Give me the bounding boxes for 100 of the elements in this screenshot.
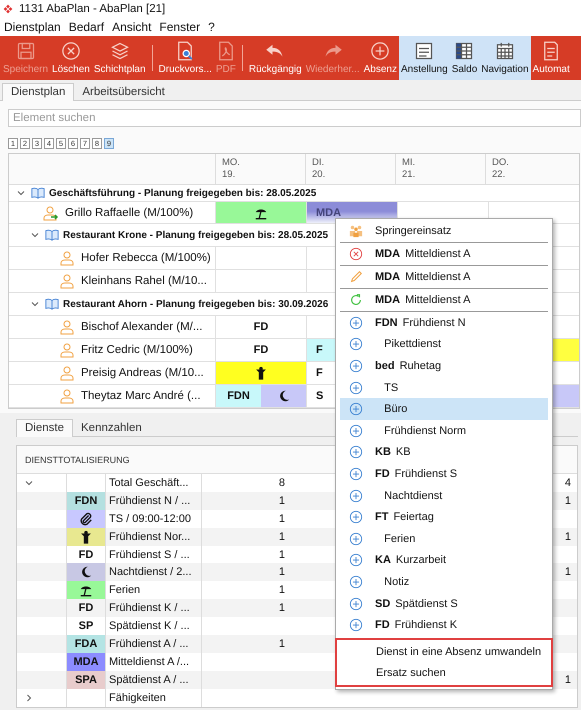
count-value: 1 [278, 584, 285, 596]
toolbar-button[interactable]: Absenz [362, 36, 399, 80]
menu-item[interactable]: KA Kurzarbeit [340, 550, 548, 572]
service-code: FDA [66, 635, 105, 653]
menu-item[interactable]: KB KB [340, 442, 548, 464]
menu-item[interactable]: FD Frühdienst S [340, 463, 548, 485]
person-icon [59, 388, 75, 404]
menu-item[interactable]: Ferien [340, 528, 548, 550]
tab[interactable]: Arbeitsübersicht [74, 84, 173, 100]
menu-item[interactable]: Bedarf [64, 20, 108, 34]
menu-item[interactable]: Springereinsatz [340, 220, 548, 242]
add-icon [349, 618, 363, 632]
count-value: 1 [278, 638, 285, 650]
add-icon [370, 41, 390, 61]
add-icon [349, 316, 363, 330]
person-icon [59, 319, 75, 335]
shift-entry[interactable]: FDN [216, 385, 261, 407]
print-preview-icon [175, 41, 196, 61]
shift-entry[interactable] [216, 202, 306, 223]
count-value: 1 [278, 512, 285, 525]
add-icon [349, 402, 363, 416]
group-title: Geschäftsführung - Planung freigegeben bis: 28.05.2025 [49, 188, 316, 198]
add-icon [349, 532, 363, 546]
save-icon [16, 41, 36, 61]
toolbar-button[interactable]: Automat [530, 36, 572, 80]
date-label: 19. [222, 169, 236, 181]
toolbar-button[interactable]: Rückgängig [246, 36, 304, 80]
menu-item[interactable]: SD Spätdienst S [340, 592, 548, 614]
employee-name: Fritz Cedric (M/100%) [81, 344, 193, 356]
employee-name: Bischof Alexander (M/... [81, 321, 202, 333]
shift-entry[interactable]: FD [216, 316, 306, 338]
service-name: Total Geschäft... [109, 476, 188, 489]
employee-name: Grillo Raffaelle (M/100%) [65, 206, 194, 218]
service-name: Nachtdienst / 2... [109, 566, 192, 578]
menu-item[interactable]: ? [204, 20, 219, 34]
shift-entry[interactable] [261, 385, 306, 407]
shift-entry[interactable] [216, 362, 306, 384]
employee-name: Hofer Rebecca (M/100%) [81, 252, 211, 264]
book-icon [45, 228, 59, 242]
menu-item[interactable]: TS [340, 376, 548, 398]
service-name: Spätdienst K / ... [109, 620, 190, 632]
menu-item[interactable]: Pikettdienst [340, 334, 548, 356]
people-icon [349, 224, 363, 238]
toolbar-button[interactable]: Schichtplan [92, 36, 148, 80]
menu-item[interactable]: FT Feiertag [340, 506, 548, 528]
service-name: Frühdienst S / ... [109, 548, 190, 560]
figure-icon [254, 366, 268, 380]
add-icon [349, 488, 363, 503]
book-icon [45, 297, 59, 311]
service-name: Frühdienst N / ... [109, 494, 190, 507]
day-label: MI. [402, 157, 416, 169]
add-icon [349, 337, 363, 352]
add-icon [349, 445, 363, 460]
menu-item[interactable]: MDA Mitteldienst A [340, 243, 548, 265]
menu-item[interactable]: Nachtdienst [340, 484, 548, 506]
tab[interactable]: Dienste [16, 419, 73, 437]
menu-item[interactable]: Ersatz suchen [341, 662, 547, 684]
menu-item[interactable]: MDA Mitteldienst A [340, 266, 548, 288]
service-name: Ferien [109, 584, 140, 596]
group-title: Restaurant Krone - Planung freigegeben bis: 28.05.2025 [63, 230, 328, 240]
menu-item[interactable]: Frühdienst Norm [340, 420, 548, 442]
service-name: TS / 09:00-12:00 [109, 512, 191, 525]
delete-icon [60, 41, 81, 61]
service-name: Spätdienst A / ... [109, 674, 188, 686]
menu-item[interactable]: FDN Frühdienst N [340, 312, 548, 334]
calendar-icon [494, 41, 515, 61]
count-value: 1 [278, 548, 285, 560]
document-icon [414, 41, 434, 61]
add-icon [349, 380, 363, 395]
count-value: 8 [278, 476, 285, 489]
menu-item[interactable]: Dienstplan [0, 20, 65, 34]
section-title: DIENSTTOTALISIERUNG [25, 454, 130, 464]
menu-item[interactable]: Ansicht [108, 20, 156, 34]
service-name: Fähigkeiten [109, 692, 166, 704]
add-icon [349, 358, 363, 373]
search-field[interactable]: Element suchen [8, 109, 581, 127]
menu-item[interactable]: Notiz [340, 571, 548, 593]
moon-icon [79, 565, 93, 580]
toolbar-button[interactable]: Druckvors... [156, 36, 214, 80]
tab[interactable]: Kennzahlen [73, 420, 150, 436]
group-title: Restaurant Ahorn - Planung freigegeben bis: 30.09.2026 [63, 298, 328, 310]
date-label: 20. [312, 169, 326, 181]
menu-item[interactable]: MDA Mitteldienst A [340, 289, 548, 311]
toolbar-button[interactable]: Löschen [50, 36, 92, 80]
menu-item[interactable]: Dienst in eine Absenz umwandeln [341, 640, 547, 662]
day-label: DO. [492, 157, 510, 169]
toolbar-button[interactable]: Navigation [479, 36, 531, 80]
menu-item[interactable]: bed Ruhetag [340, 355, 548, 377]
day-label: MO. [222, 157, 241, 169]
tab[interactable]: Dienstplan [2, 83, 74, 101]
window-title: 1131 AbaPlan - AbaPlan [21] [19, 2, 166, 14]
book-icon [31, 186, 45, 200]
toolbar-button[interactable]: Saldo [450, 36, 480, 80]
menu-item[interactable]: FD Frühdienst K [340, 614, 548, 636]
menu-item[interactable]: Fenster [155, 20, 204, 34]
layers-icon [110, 41, 130, 61]
menu-item[interactable]: Büro [340, 398, 548, 420]
service-code: FD [66, 599, 105, 618]
toolbar-button[interactable]: Anstellung [398, 36, 450, 80]
shift-entry[interactable]: FD [216, 339, 306, 361]
